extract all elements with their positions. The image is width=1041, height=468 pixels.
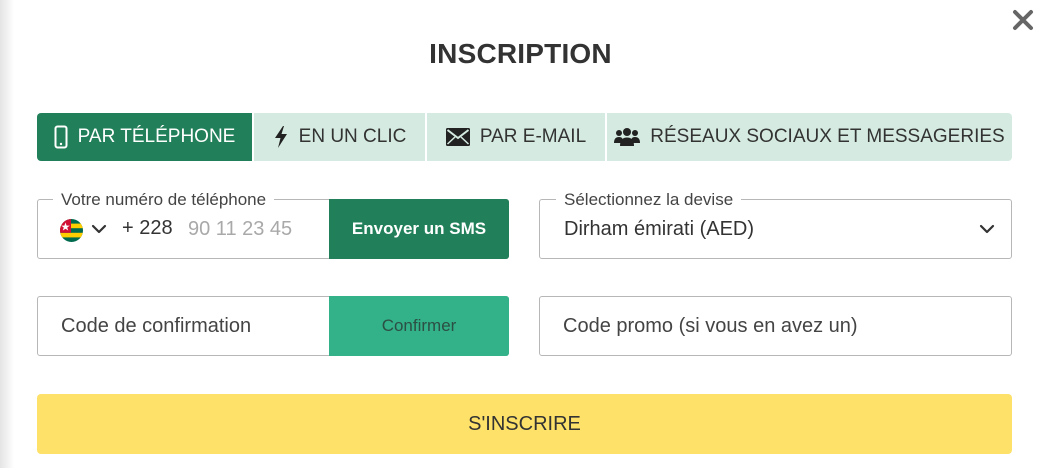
promo-code-input[interactable]	[563, 307, 993, 345]
currency-select[interactable]: Sélectionnez la devise Dirham émirati (A…	[539, 190, 1012, 259]
country-dropdown-chevron-icon[interactable]	[91, 222, 107, 240]
tab-social-networks[interactable]: RÉSEAUX SOCIAUX ET MESSAGERIES	[607, 113, 1012, 161]
tab-email[interactable]: PAR E-MAIL	[427, 113, 607, 161]
dial-code: + 228	[122, 217, 173, 239]
close-icon	[1013, 10, 1033, 30]
tab-label: RÉSEAUX SOCIAUX ET MESSAGERIES	[650, 126, 1005, 147]
currency-selected-value: Dirham émirati (AED)	[564, 218, 755, 240]
confirmation-code-input[interactable]	[61, 307, 321, 345]
close-button[interactable]	[1009, 6, 1037, 34]
mobile-phone-icon	[54, 125, 68, 149]
modal-title: INSCRIPTION	[429, 38, 612, 69]
tab-one-click[interactable]: EN UN CLIC	[254, 113, 427, 161]
tab-phone[interactable]: PAR TÉLÉPHONE	[37, 113, 254, 161]
tab-label: PAR E-MAIL	[479, 126, 587, 147]
phone-field-legend: Votre numéro de téléphone	[53, 190, 275, 210]
phone-number-field: Votre numéro de téléphone + 228 Envoyer …	[37, 190, 509, 259]
backdrop-edge	[0, 0, 14, 468]
chevron-down-icon	[979, 222, 995, 240]
phone-input[interactable]	[188, 210, 328, 248]
tab-label: EN UN CLIC	[298, 126, 407, 147]
send-sms-button[interactable]: Envoyer un SMS	[329, 199, 509, 259]
register-button[interactable]: S'INSCRIRE	[37, 394, 1012, 454]
confirm-button[interactable]: Confirmer	[329, 296, 509, 356]
currency-field-legend: Sélectionnez la devise	[556, 190, 742, 210]
lightning-bolt-icon	[273, 125, 289, 149]
promo-code-field	[539, 296, 1012, 356]
envelope-icon	[445, 128, 470, 146]
tab-label: PAR TÉLÉPHONE	[77, 126, 236, 147]
registration-method-tabs: PAR TÉLÉPHONE EN UN CLIC PAR E-MAIL RÉSE…	[37, 113, 1012, 161]
confirmation-code-field: Confirmer	[37, 296, 509, 356]
togo-flag-icon[interactable]	[60, 219, 83, 242]
users-icon	[614, 127, 641, 147]
